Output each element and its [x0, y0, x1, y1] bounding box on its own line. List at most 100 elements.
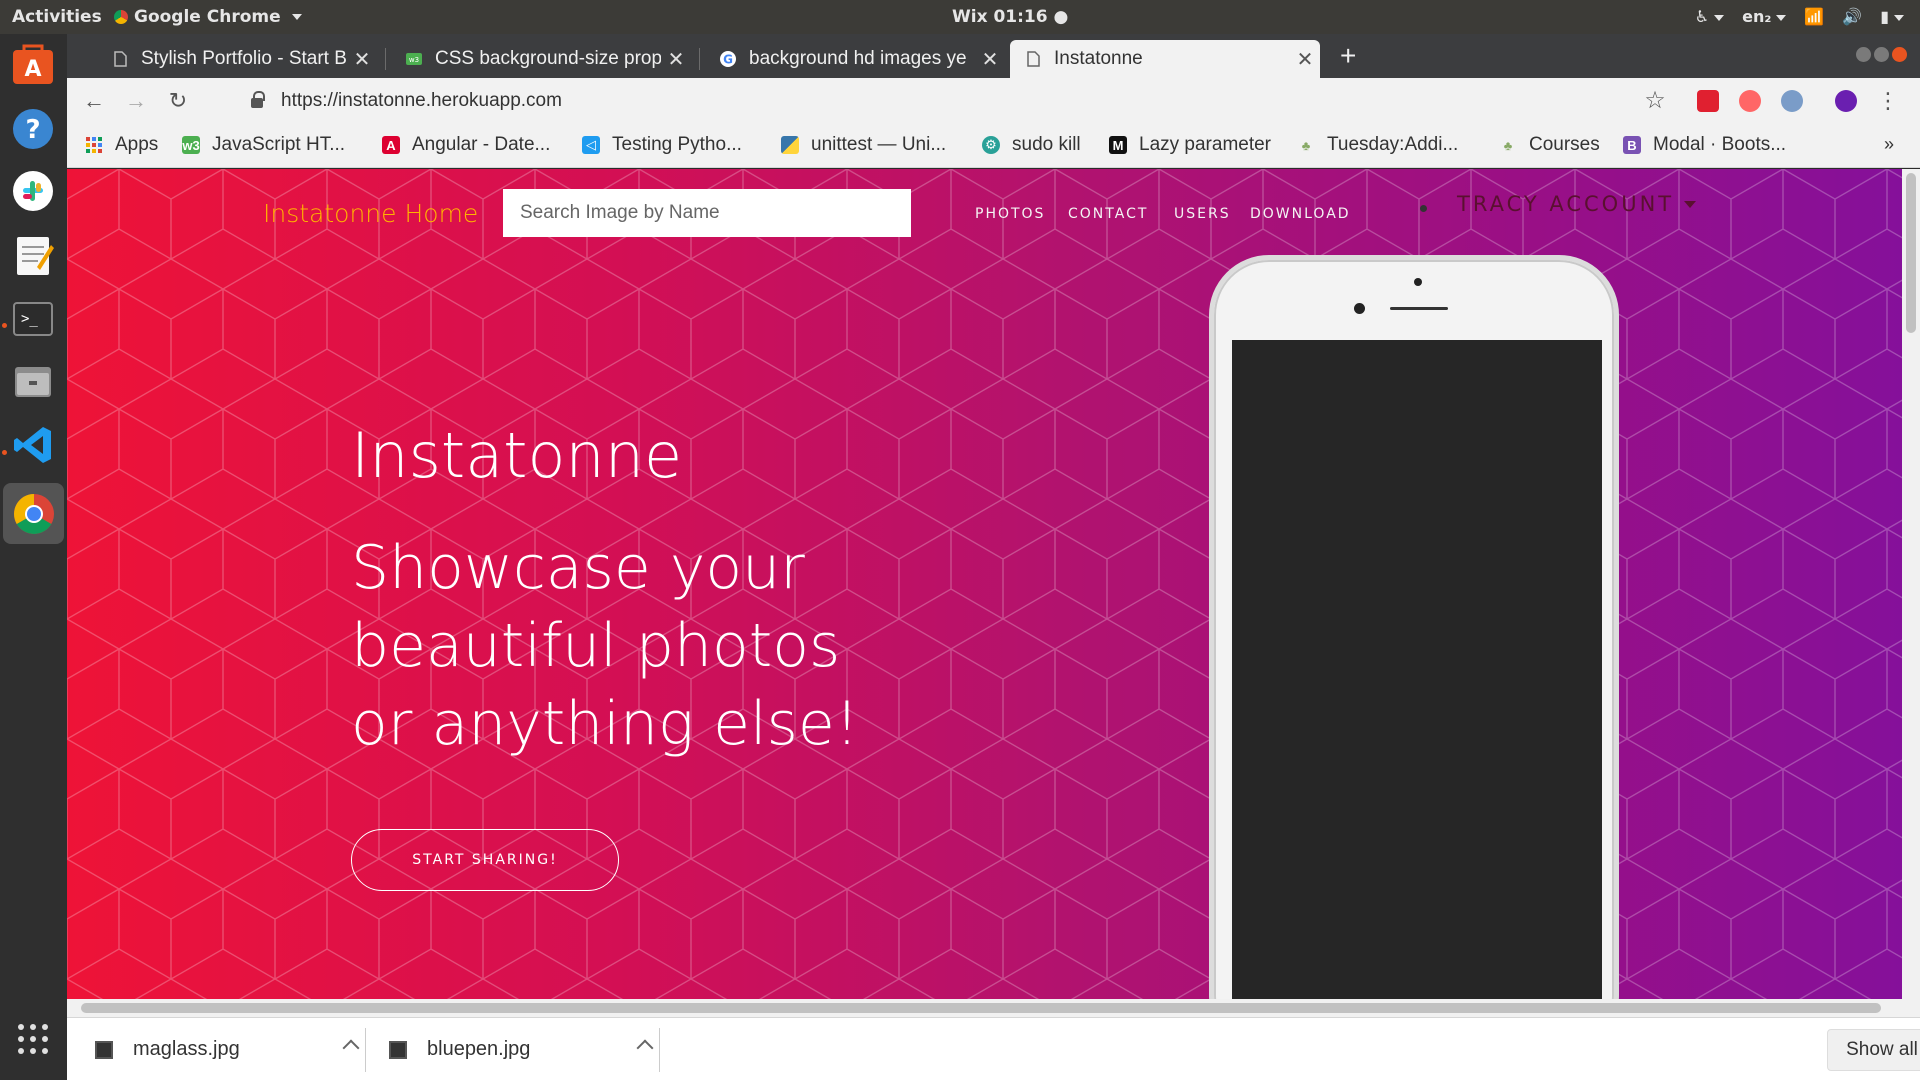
text-editor-icon[interactable] [8, 230, 58, 280]
tab-title: Stylish Portfolio - Start Bo [141, 48, 347, 69]
bookmark-angular[interactable]: A Angular - Date... [382, 134, 550, 156]
minimize-button[interactable] [1856, 47, 1871, 62]
wifi-icon[interactable]: 📶 [1804, 7, 1824, 26]
nav-link-users[interactable]: USERS [1174, 206, 1231, 222]
accessibility-icon[interactable]: ♿ [1695, 7, 1725, 26]
running-indicator [2, 323, 7, 328]
python-icon [781, 136, 799, 154]
horizontal-scrollbar[interactable] [67, 999, 1920, 1017]
close-icon[interactable]: ✕ [347, 47, 377, 72]
ubuntu-software-icon[interactable]: A [8, 40, 58, 90]
nav-link-photos[interactable]: PHOTOS [975, 206, 1045, 222]
bookmark-sudo-kill[interactable]: ⚙ sudo kill [982, 134, 1081, 156]
bookmark-label: Lazy parameter [1139, 134, 1272, 155]
download-filename: bluepen.jpg [427, 1038, 531, 1060]
browser-toolbar: ← → ↻ https://instatonne.herokuapp.com ☆… [67, 78, 1920, 124]
nav-link-contact[interactable]: CONTACT [1068, 206, 1148, 222]
help-icon[interactable]: ? [8, 104, 58, 154]
bookmark-label: Courses [1529, 134, 1600, 155]
start-sharing-button[interactable]: START SHARING! [351, 829, 619, 891]
battery-icon[interactable]: ▮ [1880, 7, 1904, 26]
show-all-downloads-button[interactable]: Show all [1827, 1029, 1920, 1071]
file-manager-icon[interactable] [8, 356, 58, 406]
bookmark-label: Tuesday:Addi... [1327, 134, 1459, 155]
account-dropdown[interactable]: TRACY ACCOUNT [1457, 192, 1697, 216]
system-top-bar: Activities Google Chrome Wix 01:16 ● ♿ e… [0, 0, 1920, 34]
bookmark-apps[interactable]: Apps [85, 134, 158, 156]
close-window-button[interactable] [1892, 47, 1907, 62]
nav-bullet [1420, 205, 1427, 212]
site-brand-link[interactable]: Instatonne Home [263, 199, 478, 228]
download-shelf: maglass.jpg bluepen.jpg Show all ✕ [67, 1017, 1920, 1080]
extension-icon[interactable] [1697, 90, 1719, 112]
bookmarks-overflow-icon[interactable]: » [1884, 134, 1894, 155]
svg-text:w3: w3 [409, 56, 419, 64]
page-icon [114, 51, 127, 67]
bookmark-courses[interactable]: ♣ Courses [1499, 134, 1600, 156]
bookmark-tuesday[interactable]: ♣ Tuesday:Addi... [1297, 134, 1459, 156]
clock-label: Wix 01:16 [952, 7, 1048, 27]
plant-icon: ♣ [1503, 137, 1513, 153]
bookmark-lazy-parameter[interactable]: M Lazy parameter [1109, 134, 1271, 156]
address-bar[interactable]: https://instatonne.herokuapp.com [219, 83, 1749, 119]
forward-button[interactable]: → [123, 88, 149, 114]
gear-icon: ⚙ [982, 136, 1000, 154]
chrome-icon [114, 10, 128, 24]
vertical-scrollbar[interactable] [1902, 169, 1920, 999]
extension-icon[interactable] [1739, 90, 1761, 112]
scrollbar-thumb[interactable] [81, 1003, 1881, 1013]
bookmark-unittest[interactable]: unittest — Uni... [781, 134, 946, 156]
search-input[interactable] [503, 189, 911, 237]
clock[interactable]: Wix 01:16 ● [952, 7, 1068, 27]
slack-icon[interactable] [8, 166, 58, 216]
close-icon[interactable]: ✕ [661, 47, 691, 72]
chevron-up-icon[interactable] [342, 1039, 360, 1057]
bookmark-javascript[interactable]: w3 JavaScript HT... [182, 134, 345, 156]
svg-text:>_: >_ [21, 311, 38, 327]
chevron-up-icon[interactable] [636, 1039, 654, 1057]
terminal-icon[interactable]: >_ [8, 294, 58, 344]
bookmark-modal-bootstrap[interactable]: B Modal · Boots... [1623, 134, 1786, 156]
maximize-button[interactable] [1874, 47, 1889, 62]
menu-kebab-icon[interactable]: ⋮ [1875, 88, 1901, 114]
angular-icon: A [382, 136, 400, 154]
bookmark-label: Angular - Date... [412, 134, 551, 155]
bookmark-star-icon[interactable]: ☆ [1642, 88, 1668, 114]
download-item[interactable]: bluepen.jpg [389, 1018, 689, 1080]
extension-icon[interactable] [1781, 90, 1803, 112]
show-apps-icon[interactable] [8, 1014, 58, 1064]
language-indicator[interactable]: en₂ [1742, 7, 1787, 26]
bookmark-label: sudo kill [1012, 134, 1081, 155]
bookmark-testing-python[interactable]: ◁ Testing Pytho... [582, 134, 742, 156]
download-item[interactable]: maglass.jpg [95, 1018, 395, 1080]
close-icon[interactable]: ✕ [975, 47, 1005, 72]
dock: A ? >_ [0, 34, 67, 1080]
new-tab-button[interactable]: + [1340, 42, 1356, 70]
chrome-icon[interactable] [3, 483, 64, 544]
app-menu[interactable]: Google Chrome [114, 7, 302, 27]
tab-css-background-size[interactable]: w3 CSS background-size prop ✕ [391, 40, 691, 78]
scrollbar-thumb[interactable] [1906, 173, 1916, 333]
reload-button[interactable]: ↻ [165, 88, 191, 114]
close-icon[interactable]: ✕ [1290, 47, 1320, 72]
bookmark-label: unittest — Uni... [811, 134, 947, 155]
svg-text:A: A [24, 57, 41, 82]
back-button[interactable]: ← [81, 88, 107, 114]
bookmark-label: Testing Pytho... [612, 134, 742, 155]
chevron-down-icon [291, 14, 302, 20]
svg-text:G: G [723, 53, 733, 67]
volume-icon[interactable]: 🔊 [1842, 7, 1862, 26]
tab-background-hd-images[interactable]: G background hd images ye ✕ [705, 40, 1005, 78]
activities-button[interactable]: Activities [12, 7, 102, 27]
hero-title: Instatonne [351, 419, 683, 492]
profile-avatar[interactable] [1835, 90, 1857, 112]
hexagon-background-pattern [67, 169, 1902, 999]
system-tray: ♿ en₂ 📶 🔊 ▮ [1695, 7, 1904, 26]
vscode-icon[interactable] [8, 420, 58, 470]
nav-link-download[interactable]: DOWNLOAD [1250, 206, 1351, 222]
google-icon: G [720, 51, 736, 67]
bookmark-label: Apps [115, 134, 159, 155]
tab-instatonne[interactable]: Instatonne ✕ [1010, 40, 1320, 78]
account-label: TRACY ACCOUNT [1457, 192, 1675, 216]
tab-stylish-portfolio[interactable]: Stylish Portfolio - Start Bo ✕ [97, 40, 377, 78]
